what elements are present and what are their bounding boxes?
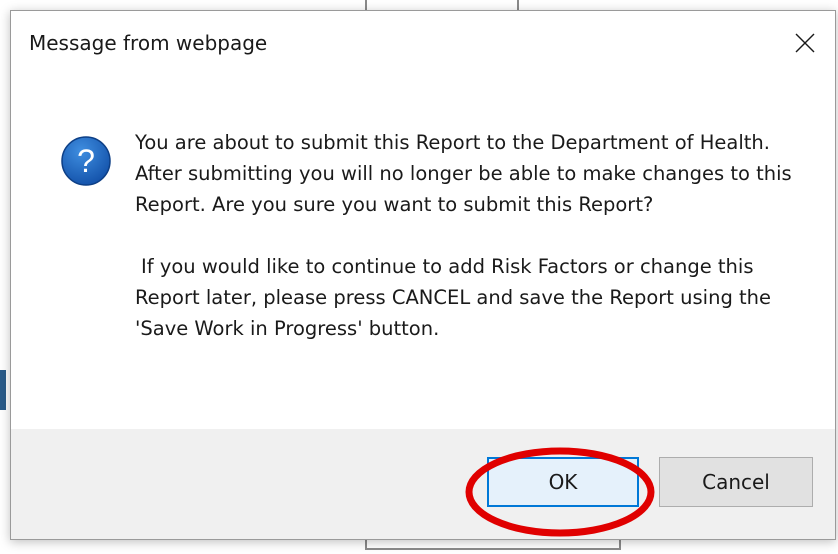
dialog-footer: OK Cancel bbox=[11, 429, 835, 539]
ok-button[interactable]: OK bbox=[487, 457, 639, 507]
message-paragraph: If you would like to continue to add Ris… bbox=[135, 255, 772, 340]
question-icon: ? bbox=[61, 136, 111, 186]
background-line bbox=[517, 0, 519, 10]
close-icon bbox=[795, 33, 815, 53]
message-paragraph: You are about to submit this Report to t… bbox=[135, 131, 792, 216]
dialog-title: Message from webpage bbox=[29, 31, 268, 55]
screen: Message from webpage ? You are about to … bbox=[0, 0, 838, 554]
background-line bbox=[365, 0, 367, 10]
dialog-message: You are about to submit this Report to t… bbox=[135, 127, 795, 344]
close-button[interactable] bbox=[775, 11, 835, 75]
dialog-content: ? You are about to submit this Report to… bbox=[11, 79, 835, 429]
svg-text:?: ? bbox=[77, 143, 95, 179]
cancel-button[interactable]: Cancel bbox=[659, 457, 813, 507]
background-marker bbox=[0, 370, 6, 410]
message-dialog: Message from webpage ? You are about to … bbox=[10, 10, 836, 540]
dialog-titlebar: Message from webpage bbox=[11, 11, 835, 79]
